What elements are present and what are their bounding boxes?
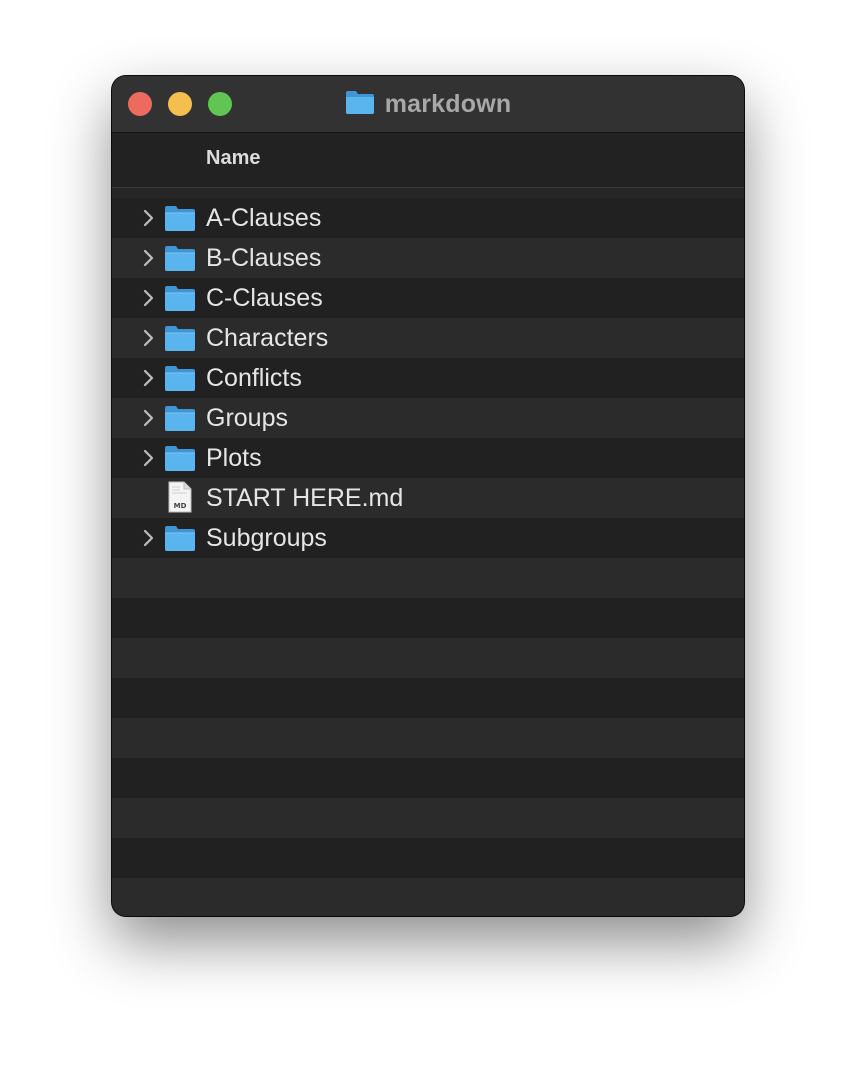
empty-row [112,798,744,838]
folder-icon [164,364,196,392]
folder-icon [164,444,196,472]
item-label: B-Clauses [206,244,322,272]
folder-row[interactable]: Subgroups [112,518,744,558]
item-label: START HERE.md [206,484,404,512]
file-list: A-Clauses B-Clauses C-Clauses Characters Con… [112,198,744,916]
folder-row[interactable]: A-Clauses [112,198,744,238]
disclosure-chevron-icon[interactable] [142,408,156,428]
window-title-text: markdown [384,89,512,118]
empty-row [112,878,744,916]
folder-row[interactable]: Characters [112,318,744,358]
folder-icon [345,89,375,120]
empty-row [112,558,744,598]
folder-icon [164,404,196,432]
item-label: Groups [206,404,288,432]
file-row[interactable]: MD START HERE.md [112,478,744,518]
item-label: Characters [206,324,329,352]
name-column-header[interactable]: Name [206,147,260,170]
item-label: Subgroups [206,524,327,552]
markdown-file-icon: MD [168,481,192,513]
disclosure-chevron-icon[interactable] [142,528,156,548]
item-label: C-Clauses [206,284,323,312]
empty-row [112,638,744,678]
empty-row [112,718,744,758]
folder-row[interactable]: B-Clauses [112,238,744,278]
finder-window: markdown Name A-Clauses B-Clauses C-Clause… [112,76,744,916]
disclosure-chevron-icon[interactable] [142,368,156,388]
empty-row [112,678,744,718]
folder-row[interactable]: Conflicts [112,358,744,398]
folder-row[interactable]: Plots [112,438,744,478]
empty-row [112,838,744,878]
folder-icon [164,284,196,312]
disclosure-chevron-icon[interactable] [142,208,156,228]
item-label: Conflicts [206,364,302,392]
folder-icon [164,204,196,232]
window-title: markdown [112,88,744,120]
disclosure-chevron-icon[interactable] [142,448,156,468]
empty-row [112,758,744,798]
folder-icon [164,324,196,352]
column-header: Name [112,133,744,188]
folder-row[interactable]: C-Clauses [112,278,744,318]
item-label: A-Clauses [206,204,322,232]
md-badge-text: MD [174,502,187,510]
empty-row [112,598,744,638]
item-label: Plots [206,444,262,472]
title-bar[interactable]: markdown [112,76,744,133]
folder-row[interactable]: Groups [112,398,744,438]
disclosure-chevron-icon[interactable] [142,248,156,268]
disclosure-chevron-icon[interactable] [142,288,156,308]
folder-icon [164,244,196,272]
disclosure-chevron-icon[interactable] [142,328,156,348]
folder-icon [164,524,196,552]
